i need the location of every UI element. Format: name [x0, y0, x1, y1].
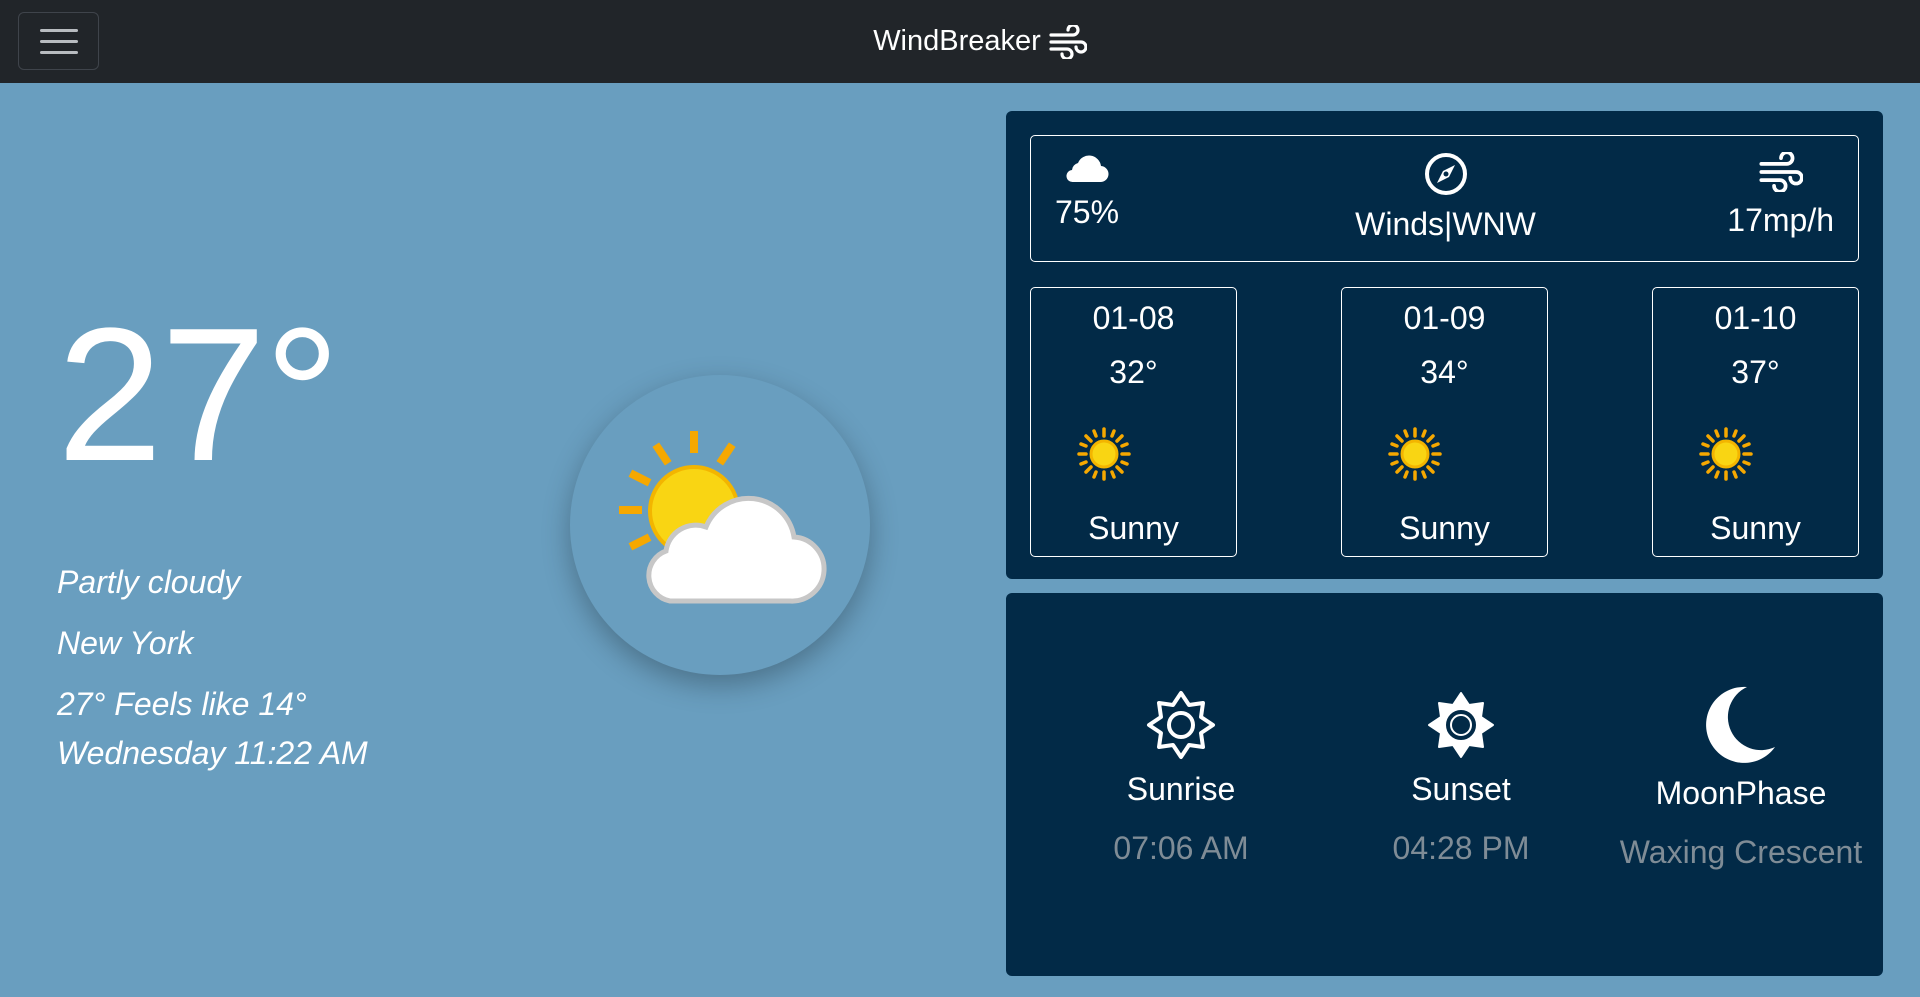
- sun-icon: [1388, 427, 1442, 481]
- current-condition: Partly cloudy: [57, 564, 241, 600]
- sunrise-label: Sunrise: [1126, 771, 1236, 807]
- sunrise-block: Sunrise 07:06 AM: [1068, 689, 1294, 867]
- wind-icon: [1049, 24, 1087, 59]
- wind-speed-value: 17mp/h: [1727, 202, 1834, 238]
- forecast-temp: 34°: [1420, 354, 1469, 390]
- sun-icon: [1077, 427, 1131, 481]
- brand-link[interactable]: WindBreaker: [873, 24, 1087, 59]
- sunset-icon: [1428, 692, 1494, 758]
- current-datetime: Wednesday 11:22 AM: [57, 735, 368, 771]
- current-weather: 27° Partly cloudy New York 27° Feels lik…: [57, 289, 557, 771]
- current-weather-icon-circle: [570, 375, 870, 675]
- navbar: WindBreaker: [0, 0, 1920, 83]
- astro-panel: Sunrise 07:06 AM Sunset 04:28 PM MoonPha…: [1006, 593, 1883, 976]
- current-temperature: 27°: [57, 289, 340, 501]
- moonphase-value: Waxing Crescent: [1619, 834, 1863, 870]
- stats-box: 75% Winds|WNW 17mp/h: [1030, 135, 1859, 262]
- clouds-value: 75%: [1055, 194, 1120, 230]
- forecast-date: 01-10: [1714, 300, 1797, 336]
- forecast-condition: Sunny: [1399, 510, 1490, 546]
- sunset-label: Sunset: [1411, 771, 1511, 807]
- feels-like: 27° Feels like 14°: [57, 686, 307, 722]
- forecast-condition: Sunny: [1710, 510, 1801, 546]
- sunrise-icon: [1147, 691, 1215, 759]
- sun-icon: [1699, 427, 1753, 481]
- moonphase-block: MoonPhase Waxing Crescent: [1606, 681, 1876, 871]
- moonphase-label: MoonPhase: [1655, 775, 1827, 811]
- current-city: New York: [57, 625, 194, 661]
- details-panel: 75% Winds|WNW 17mp/h 01-08 32° Sunny 01-…: [1006, 111, 1883, 579]
- sunset-time: 04:28 PM: [1392, 830, 1530, 866]
- sunset-block: Sunset 04:28 PM: [1348, 689, 1574, 867]
- wind-icon: [1759, 152, 1803, 192]
- moon-icon: [1706, 686, 1775, 763]
- forecast-date: 01-08: [1092, 300, 1175, 336]
- cloud-icon: [1066, 155, 1109, 183]
- compass-icon: [1424, 153, 1467, 195]
- navbar-brand-area: WindBreaker: [0, 0, 1920, 83]
- forecast-temp: 37°: [1731, 354, 1780, 390]
- stat-clouds: 75%: [1055, 152, 1119, 231]
- forecast-card[interactable]: 01-09 34° Sunny: [1341, 287, 1548, 557]
- stat-winds: Winds|WNW: [1327, 152, 1564, 243]
- forecast-card[interactable]: 01-08 32° Sunny: [1030, 287, 1237, 557]
- brand-name: WindBreaker: [873, 25, 1041, 57]
- forecast-date: 01-09: [1403, 300, 1486, 336]
- forecast-card[interactable]: 01-10 37° Sunny: [1652, 287, 1859, 557]
- winds-value: Winds|WNW: [1355, 206, 1536, 242]
- forecast-temp: 32°: [1109, 354, 1158, 390]
- partly-cloudy-icon: [619, 431, 827, 604]
- sunrise-time: 07:06 AM: [1113, 830, 1249, 866]
- forecast-condition: Sunny: [1088, 510, 1179, 546]
- stat-wind-speed: 17mp/h: [1727, 152, 1834, 239]
